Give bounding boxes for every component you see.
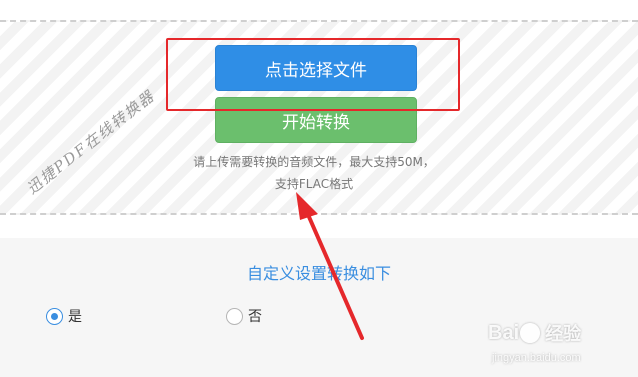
select-file-button[interactable]: 点击选择文件: [215, 45, 417, 91]
brand-watermark: 迅捷PDF在线转换器: [23, 86, 159, 198]
radio-label-no: 否: [248, 309, 262, 325]
settings-panel: 自定义设置转换如下 是 否: [0, 238, 638, 377]
radio-checked-icon[interactable]: [46, 307, 63, 325]
radio-option-yes[interactable]: 是: [46, 306, 82, 326]
start-convert-button[interactable]: 开始转换: [215, 97, 417, 143]
settings-title: 自定义设置转换如下: [246, 264, 391, 283]
upload-hint-line2: 支持FLAC格式: [274, 177, 354, 191]
page: 迅捷PDF在线转换器 点击选择文件 开始转换 请上传需要转换的音频文件，最大支持…: [0, 0, 638, 377]
radio-option-no[interactable]: 否: [226, 306, 262, 326]
radio-unchecked-icon[interactable]: [226, 307, 243, 325]
radio-label-yes: 是: [68, 309, 82, 325]
upload-hint-line1: 请上传需要转换的音频文件，最大支持50M，: [193, 155, 435, 169]
